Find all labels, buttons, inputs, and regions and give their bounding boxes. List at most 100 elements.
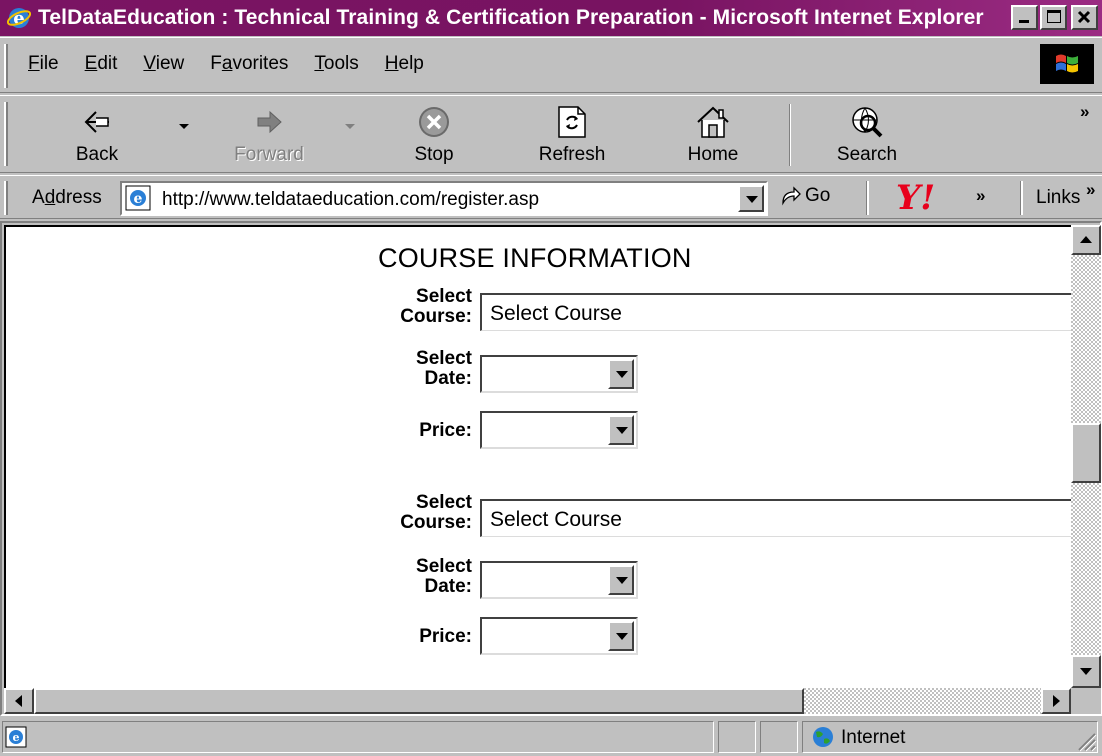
price-select-2-dropdown[interactable]	[608, 621, 634, 651]
search-label: Search	[836, 144, 898, 165]
back-label: Back	[75, 144, 119, 165]
address-url: http://www.teldataeducation.com/register…	[162, 189, 540, 210]
yahoo-logo-icon[interactable]: Y!	[892, 179, 952, 217]
arrow-up-icon	[1080, 236, 1092, 243]
close-icon	[1077, 10, 1091, 24]
section-title: COURSE INFORMATION	[378, 243, 692, 273]
forward-button[interactable]: Forward	[214, 104, 324, 166]
date-select-1-dropdown[interactable]	[608, 359, 634, 389]
price-label-2: Price:	[419, 626, 472, 647]
address-bar: Address e http://www.teldataeducation.co…	[0, 175, 1102, 219]
toolbar-grip[interactable]	[4, 102, 8, 166]
arrow-right-icon	[1053, 695, 1060, 707]
menu-tools[interactable]: Tools	[314, 53, 358, 75]
course-label-1: Select Course:	[400, 286, 472, 327]
chevron-down-icon	[616, 427, 628, 434]
scroll-right-button[interactable]	[1041, 688, 1071, 714]
menu-view[interactable]: View	[143, 53, 184, 75]
svg-text:e: e	[13, 731, 20, 744]
scroll-left-button[interactable]	[4, 688, 34, 714]
links-button[interactable]: Links	[1036, 187, 1080, 209]
links-separator	[1020, 181, 1023, 215]
address-dropdown-button[interactable]	[738, 185, 764, 212]
standard-toolbar: Back Forward Stop Refresh Home Search »	[0, 95, 1102, 173]
arrow-left-icon	[15, 695, 22, 707]
toolbar-overflow-chevron[interactable]: »	[1080, 102, 1089, 122]
stop-label: Stop	[414, 144, 454, 165]
refresh-icon	[517, 104, 627, 140]
menu-edit[interactable]: Edit	[85, 53, 118, 75]
price-label-1: Price:	[419, 420, 472, 441]
go-arrow-icon	[782, 186, 801, 206]
home-icon	[658, 104, 768, 140]
course-select-2[interactable]: Select Course	[480, 499, 1071, 537]
price-select-1[interactable]	[480, 411, 638, 449]
scroll-up-button[interactable]	[1071, 225, 1101, 255]
address-separator	[866, 181, 869, 215]
forward-label: Forward	[234, 144, 304, 165]
window-title: TelDataEducation : Technical Training & …	[38, 6, 984, 29]
zone-label: Internet	[841, 727, 906, 748]
chevron-down-icon	[616, 371, 628, 378]
refresh-button[interactable]: Refresh	[517, 104, 627, 166]
stop-button[interactable]: Stop	[379, 104, 489, 166]
window-controls	[1009, 5, 1098, 30]
date-select-2[interactable]	[480, 561, 638, 599]
status-text-pane: e	[2, 721, 714, 753]
address-grip[interactable]	[4, 181, 8, 215]
scroll-thumb[interactable]	[1071, 423, 1101, 483]
home-label: Home	[687, 144, 739, 165]
maximize-button[interactable]	[1040, 5, 1067, 30]
page-ie-icon: e	[125, 185, 151, 211]
home-button[interactable]: Home	[658, 104, 768, 166]
scroll-down-button[interactable]	[1071, 655, 1101, 688]
links-label: Links	[1036, 187, 1081, 208]
course-select-1-value: Select Course	[490, 302, 622, 325]
menu-favorites[interactable]: Favorites	[210, 53, 288, 75]
maximize-icon	[1047, 10, 1061, 23]
address-label: Address	[32, 187, 102, 208]
svg-text:Y!: Y!	[896, 181, 935, 215]
status-security-pane	[760, 721, 798, 753]
back-button[interactable]: Back	[42, 104, 152, 166]
menu-help[interactable]: Help	[385, 53, 424, 75]
ie-logo-icon: e	[6, 5, 32, 31]
windows-flag-icon	[1040, 44, 1094, 84]
date-label-1: Select Date:	[416, 348, 472, 389]
forward-history-dropdown[interactable]	[345, 124, 355, 129]
horizontal-scroll-thumb[interactable]	[34, 688, 804, 714]
arrow-down-icon	[1080, 668, 1092, 675]
address-input[interactable]: e http://www.teldataeducation.com/regist…	[120, 181, 768, 216]
minimize-button[interactable]	[1011, 5, 1038, 30]
minimize-icon	[1019, 20, 1029, 23]
resize-grip-icon[interactable]	[1075, 730, 1097, 752]
links-overflow-chevron[interactable]: »	[1086, 180, 1095, 200]
price-select-2[interactable]	[480, 617, 638, 655]
toolbar-separator	[789, 104, 791, 166]
browser-window: e TelDataEducation : Technical Training …	[0, 0, 1102, 756]
content-viewport: COURSE INFORMATION Select Course: Select …	[0, 221, 1102, 716]
go-button[interactable]: Go	[780, 185, 830, 207]
stop-icon	[379, 104, 489, 140]
horizontal-scrollbar[interactable]	[4, 688, 1071, 714]
title-bar[interactable]: e TelDataEducation : Technical Training …	[0, 0, 1102, 36]
course-label-2: Select Course:	[400, 492, 472, 533]
status-progress-pane	[718, 721, 756, 753]
menu-file[interactable]: File	[28, 53, 59, 75]
refresh-label: Refresh	[538, 144, 606, 165]
go-label: Go	[805, 185, 831, 206]
status-zone-pane: Internet	[802, 721, 1098, 753]
yahoo-overflow-chevron[interactable]: »	[976, 186, 985, 206]
menu-grip[interactable]	[4, 44, 8, 88]
back-history-dropdown[interactable]	[179, 124, 189, 129]
course-select-2-value: Select Course	[490, 508, 622, 531]
menu-items: File Edit View Favorites Tools Help	[28, 53, 450, 75]
vertical-scrollbar[interactable]	[1071, 225, 1101, 688]
price-select-1-dropdown[interactable]	[608, 415, 634, 445]
close-button[interactable]	[1071, 5, 1098, 30]
page-status-icon: e	[5, 726, 27, 748]
date-select-2-dropdown[interactable]	[608, 565, 634, 595]
search-button[interactable]: Search	[812, 104, 922, 166]
course-select-1[interactable]: Select Course	[480, 293, 1071, 331]
date-select-1[interactable]	[480, 355, 638, 393]
